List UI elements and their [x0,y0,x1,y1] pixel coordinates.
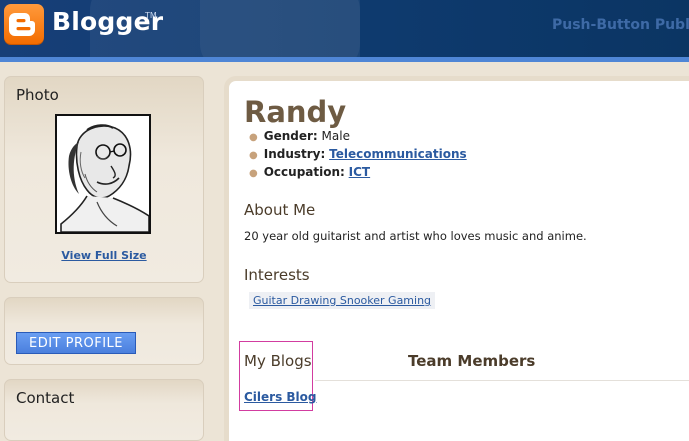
contact-title: Contact [16,389,75,407]
blogger-logo-icon[interactable] [4,4,44,44]
interests-link[interactable]: Guitar Drawing Snooker Gaming [249,292,436,309]
field-label: Occupation: [263,165,345,179]
profile-field-gender: ● Gender: Male [249,129,350,145]
interests-heading: Interests [244,266,310,284]
profile-photo-sketch-icon [57,116,150,233]
bullet-icon: ● [249,168,258,179]
blog-link[interactable]: Cilers Blog [244,390,317,404]
field-label: Industry: [263,147,326,161]
header-divider [0,57,689,62]
bullet-icon: ● [249,132,258,143]
occupation-link[interactable]: ICT [349,165,370,179]
profile-field-industry: ● Industry: Telecommunications [249,147,467,163]
view-full-size-link[interactable]: View Full Size [5,249,203,262]
edit-profile-button[interactable]: EDIT PROFILE [16,332,136,354]
team-members-heading: Team Members [408,352,536,370]
about-me-text: 20 year old guitarist and artist who lov… [244,229,587,243]
profile-main-panel: Randy ● Gender: Male ● Industry: Telecommu… [224,76,689,441]
header-decoration [200,0,360,62]
bullet-icon: ● [249,150,258,161]
profile-photo[interactable] [55,114,151,234]
profile-name: Randy [244,95,347,129]
photo-title: Photo [16,86,59,104]
industry-link[interactable]: Telecommunications [329,147,467,161]
section-divider [315,380,689,381]
header-tagline: Push-Button Publish [552,17,689,33]
edit-profile-panel: EDIT PROFILE [4,297,204,365]
field-value: Male [321,129,350,143]
contact-panel: Contact [4,379,204,441]
trademark-mark: TM [145,11,157,20]
photo-panel: Photo View Full Size [4,76,204,283]
field-label: Gender: [263,129,318,143]
blogger-header: Blogger TM Push-Button Publish [0,0,689,62]
profile-field-occupation: ● Occupation: ICT [249,165,370,181]
about-me-heading: About Me [244,201,316,219]
my-blogs-heading: My Blogs [244,352,312,370]
